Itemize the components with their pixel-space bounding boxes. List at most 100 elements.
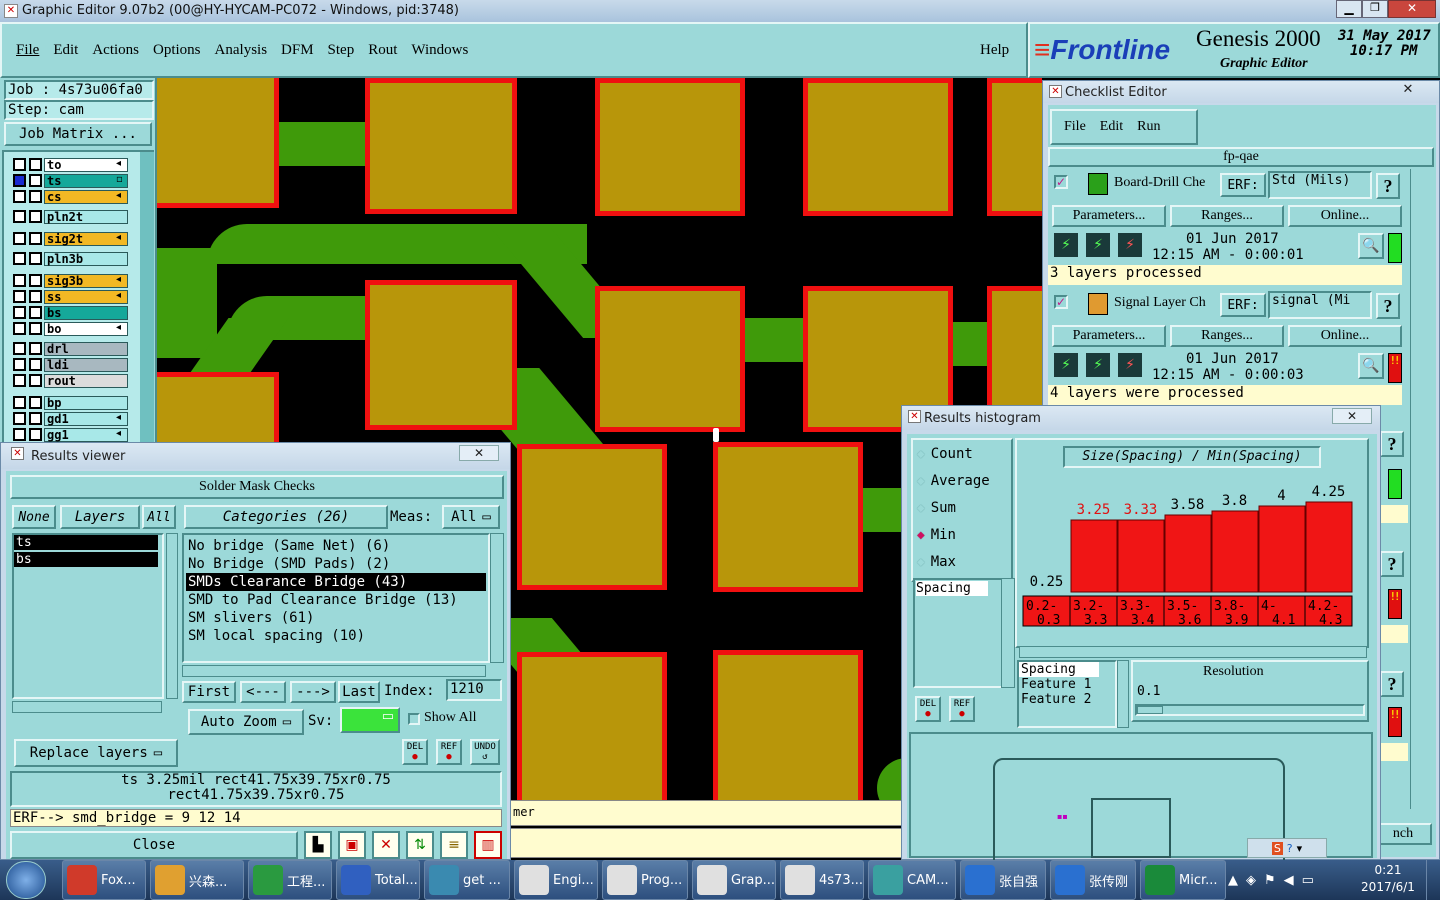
show-desktop-button[interactable] bbox=[1426, 860, 1440, 900]
menu-help[interactable]: Help bbox=[980, 42, 1009, 59]
layers-button[interactable]: Layers bbox=[60, 505, 140, 529]
monitor-icon[interactable]: ▭ bbox=[1302, 873, 1314, 888]
run-icon[interactable]: ⚡ bbox=[1052, 351, 1080, 379]
resolution-slider[interactable] bbox=[1135, 704, 1365, 716]
rv-layer-scroll[interactable] bbox=[166, 533, 178, 699]
sv-color-dropdown[interactable]: ▭ bbox=[340, 707, 400, 733]
layer-affected-checkbox[interactable] bbox=[29, 412, 42, 425]
histogram-bar[interactable] bbox=[1070, 519, 1118, 593]
layer-affected-checkbox[interactable] bbox=[29, 374, 42, 387]
taskbar-item[interactable]: Prog... bbox=[602, 860, 688, 900]
layer-checkbox[interactable] bbox=[13, 252, 26, 265]
index-field[interactable]: 1210 bbox=[446, 679, 502, 701]
stat-option-count[interactable]: ◆ Count bbox=[917, 446, 973, 462]
layer-checkbox[interactable] bbox=[13, 428, 26, 441]
rv-del-button[interactable]: DEL ● bbox=[402, 739, 428, 765]
layer-pln3b[interactable]: pln3b bbox=[44, 252, 128, 266]
layer-affected-checkbox[interactable] bbox=[29, 232, 42, 245]
menu-rout[interactable]: Rout bbox=[368, 42, 397, 59]
menu-analysis[interactable]: Analysis bbox=[215, 42, 268, 59]
taskbar-item[interactable]: 兴森... bbox=[150, 860, 244, 900]
layer-checkbox[interactable] bbox=[13, 396, 26, 409]
volume-icon[interactable]: ◀ bbox=[1284, 873, 1294, 888]
check-enable-checkbox[interactable]: ✓ bbox=[1054, 295, 1068, 309]
taskbar-item[interactable]: 工程... bbox=[248, 860, 332, 900]
layer-checkbox[interactable] bbox=[13, 322, 26, 335]
layer-checkbox[interactable] bbox=[13, 158, 26, 171]
taskbar-item[interactable]: 4s73... bbox=[780, 860, 864, 900]
layer-affected-checkbox[interactable] bbox=[29, 274, 42, 287]
erf-field[interactable]: signal (Mi bbox=[1268, 291, 1372, 319]
online-button[interactable]: Online... bbox=[1288, 205, 1402, 227]
selection-list[interactable]: Spacing Feature 1 Feature 2 bbox=[1017, 660, 1117, 728]
layer-checkbox[interactable] bbox=[13, 232, 26, 245]
ref-button[interactable]: REF ● bbox=[949, 696, 975, 722]
run-icon[interactable]: ⚡ bbox=[1052, 231, 1080, 259]
checklist-menu-run[interactable]: Run bbox=[1137, 119, 1160, 135]
taskbar-item[interactable]: CAM... bbox=[868, 860, 956, 900]
menu-step[interactable]: Step bbox=[328, 42, 355, 59]
histogram-bar[interactable] bbox=[1305, 501, 1353, 593]
last-button[interactable]: Last bbox=[338, 681, 380, 703]
layer-affected-checkbox[interactable] bbox=[29, 210, 42, 223]
tray-arrow-icon[interactable]: ▲ bbox=[1228, 873, 1238, 888]
selection-scrollbar[interactable] bbox=[1117, 660, 1129, 728]
layer-affected-checkbox[interactable] bbox=[29, 290, 42, 303]
layer-checkbox[interactable] bbox=[13, 374, 26, 387]
stop-icon[interactable]: ⚡ bbox=[1116, 351, 1144, 379]
show-all-checkbox[interactable] bbox=[408, 713, 420, 725]
layer-drl[interactable]: drl bbox=[44, 342, 128, 356]
layer-checkbox[interactable] bbox=[13, 412, 26, 425]
category-item[interactable]: No Bridge (SMD Pads) (2) bbox=[186, 555, 486, 573]
layer-affected-checkbox[interactable] bbox=[29, 322, 42, 335]
help-button[interactable]: ? bbox=[1376, 173, 1400, 199]
stat-option-sum[interactable]: ◆ Sum bbox=[917, 500, 956, 516]
maximize-button[interactable]: ❐ bbox=[1362, 0, 1388, 18]
ranges-button[interactable]: Ranges... bbox=[1170, 205, 1284, 227]
layer-affected-checkbox[interactable] bbox=[29, 396, 42, 409]
checklist-close-button[interactable]: ✕ bbox=[1385, 82, 1431, 98]
layer-affected-checkbox[interactable] bbox=[29, 342, 42, 355]
menu-options[interactable]: Options bbox=[153, 42, 201, 59]
layer-affected-checkbox[interactable] bbox=[29, 158, 42, 171]
launch-button-fragment[interactable]: nch bbox=[1374, 823, 1432, 845]
layer-affected-checkbox[interactable] bbox=[29, 252, 42, 265]
online-button[interactable]: Online... bbox=[1288, 325, 1402, 347]
rv-undo-button[interactable]: UNDO ↺ bbox=[470, 739, 500, 765]
stat-option-max[interactable]: ◆ Max bbox=[917, 554, 956, 570]
stat-option-average[interactable]: ◆ Average bbox=[917, 473, 990, 489]
taskbar-item[interactable]: Total... bbox=[336, 860, 420, 900]
flag-icon[interactable]: ⚑ bbox=[1264, 873, 1276, 888]
sel-item-feature2[interactable]: Feature 2 bbox=[1019, 692, 1115, 707]
layer-checkbox[interactable] bbox=[13, 190, 26, 203]
taskbar-item[interactable]: 张传刚 bbox=[1050, 860, 1136, 900]
rv-ref-button[interactable]: REF ● bbox=[436, 739, 462, 765]
sel-item-feature1[interactable]: Feature 1 bbox=[1019, 677, 1115, 692]
field-list[interactable]: Spacing bbox=[913, 578, 1005, 688]
histogram-bar[interactable] bbox=[1258, 505, 1306, 593]
layer-affected-checkbox[interactable] bbox=[29, 190, 42, 203]
network-icon[interactable]: ◈ bbox=[1246, 873, 1256, 888]
erf-button[interactable]: ERF: bbox=[1220, 173, 1266, 197]
menu-file[interactable]: File bbox=[16, 42, 39, 59]
checklist-menu-file[interactable]: File bbox=[1064, 119, 1086, 135]
field-item-spacing[interactable]: Spacing bbox=[916, 581, 988, 596]
graph-icon[interactable]: ▙ bbox=[304, 831, 332, 859]
minimize-button[interactable]: ▁ bbox=[1336, 0, 1362, 18]
taskbar-item[interactable]: get ... bbox=[424, 860, 510, 900]
taskbar-item[interactable]: 张自强 bbox=[960, 860, 1046, 900]
step-icon[interactable]: ⇅ bbox=[406, 831, 434, 859]
none-button[interactable]: None bbox=[12, 505, 56, 529]
start-button[interactable] bbox=[6, 861, 46, 899]
layer-affected-checkbox[interactable] bbox=[29, 306, 42, 319]
category-item[interactable]: No bridge (Same Net) (6) bbox=[186, 537, 486, 555]
run-all-icon[interactable]: ⚡ bbox=[1084, 231, 1112, 259]
del-button[interactable]: DEL ● bbox=[915, 696, 941, 722]
category-item[interactable]: SM local spacing (10) bbox=[186, 627, 486, 645]
first-button[interactable]: First bbox=[182, 681, 236, 703]
parameters-button[interactable]: Parameters... bbox=[1052, 325, 1166, 347]
notes-icon[interactable]: ≡ bbox=[440, 831, 468, 859]
rv-category-list[interactable]: No bridge (Same Net) (6) No Bridge (SMD P… bbox=[182, 533, 490, 663]
close-button[interactable]: ✕ bbox=[1388, 0, 1436, 18]
help-button[interactable]: ? bbox=[1380, 671, 1404, 697]
